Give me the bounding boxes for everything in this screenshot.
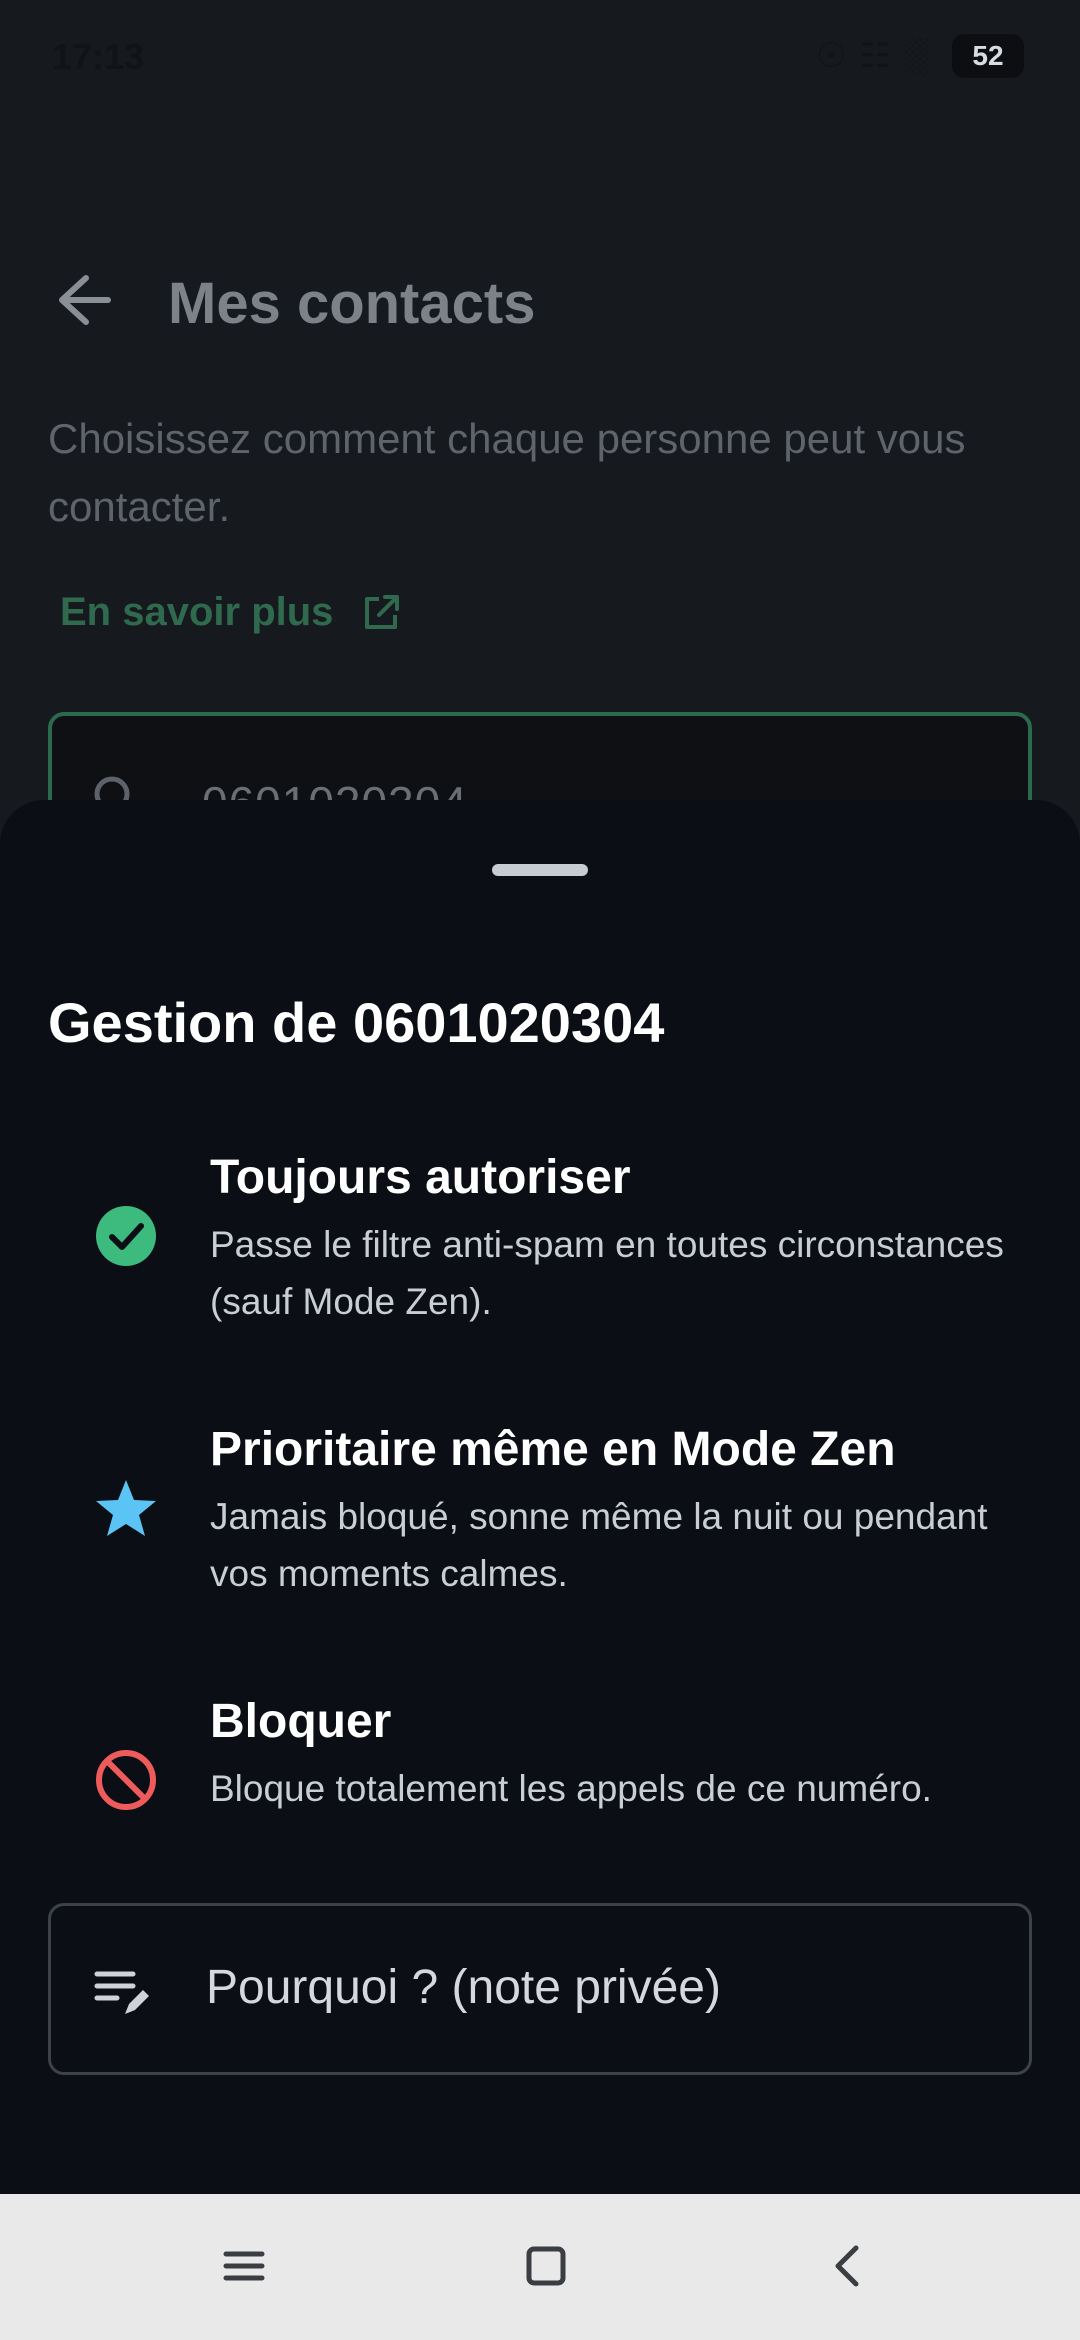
intro-text: Choisissez comment chaque personne peut …	[48, 415, 966, 530]
star-icon	[96, 1480, 156, 1536]
contact-management-sheet: Gestion de 0601020304 Toujours autoriser…	[0, 800, 1080, 2200]
option-title: Bloquer	[210, 1695, 392, 1748]
status-bar: 17:13 ☉ ☷ ░ 52	[0, 0, 1080, 110]
drag-handle[interactable]	[492, 864, 588, 876]
status-time: 17:13	[52, 36, 145, 77]
screen: 17:13 ☉ ☷ ░ 52 Mes contacts Choisissez c…	[0, 0, 1080, 2340]
option-title: Prioritaire même en Mode Zen	[210, 1423, 896, 1476]
note-placeholder: Pourquoi ? (note privée)	[206, 1961, 721, 2014]
private-note-input[interactable]: Pourquoi ? (note privée)	[48, 1903, 1032, 2075]
sheet-title: Gestion de 0601020304	[48, 991, 665, 1054]
back-arrow-icon[interactable]	[52, 272, 114, 328]
home-icon[interactable]	[514, 2234, 578, 2298]
block-icon	[96, 1750, 156, 1810]
option-description: Jamais bloqué, sonne même la nuit ou pen…	[210, 1496, 988, 1594]
learn-more-link[interactable]: En savoir plus	[60, 590, 401, 635]
check-circle-icon	[96, 1206, 156, 1266]
option-priority-zen[interactable]: Prioritaire même en Mode Zen Jamais bloq…	[0, 1412, 1080, 1632]
option-always-allow[interactable]: Toujours autoriser Passe le filtre anti-…	[0, 1140, 1080, 1360]
external-link-icon	[365, 594, 400, 629]
option-block[interactable]: Bloquer Bloque totalement les appels de …	[0, 1684, 1080, 1904]
app-bar: Mes contacts	[0, 250, 1080, 350]
system-navigation-bar	[0, 2194, 1080, 2340]
menu-icon[interactable]	[212, 2234, 276, 2298]
learn-more-label: En savoir plus	[60, 590, 334, 634]
option-description: Passe le filtre anti-spam en toutes circ…	[210, 1224, 1004, 1322]
option-title: Toujours autoriser	[210, 1151, 631, 1204]
back-icon[interactable]	[816, 2234, 880, 2298]
page-title: Mes contacts	[168, 271, 536, 336]
battery-indicator: 52	[952, 34, 1024, 78]
option-description: Bloque totalement les appels de ce numér…	[210, 1768, 932, 1809]
battery-level: 52	[972, 40, 1004, 71]
edit-note-icon	[94, 1971, 149, 2014]
status-icons: ☉ ☷ ░	[816, 37, 930, 75]
